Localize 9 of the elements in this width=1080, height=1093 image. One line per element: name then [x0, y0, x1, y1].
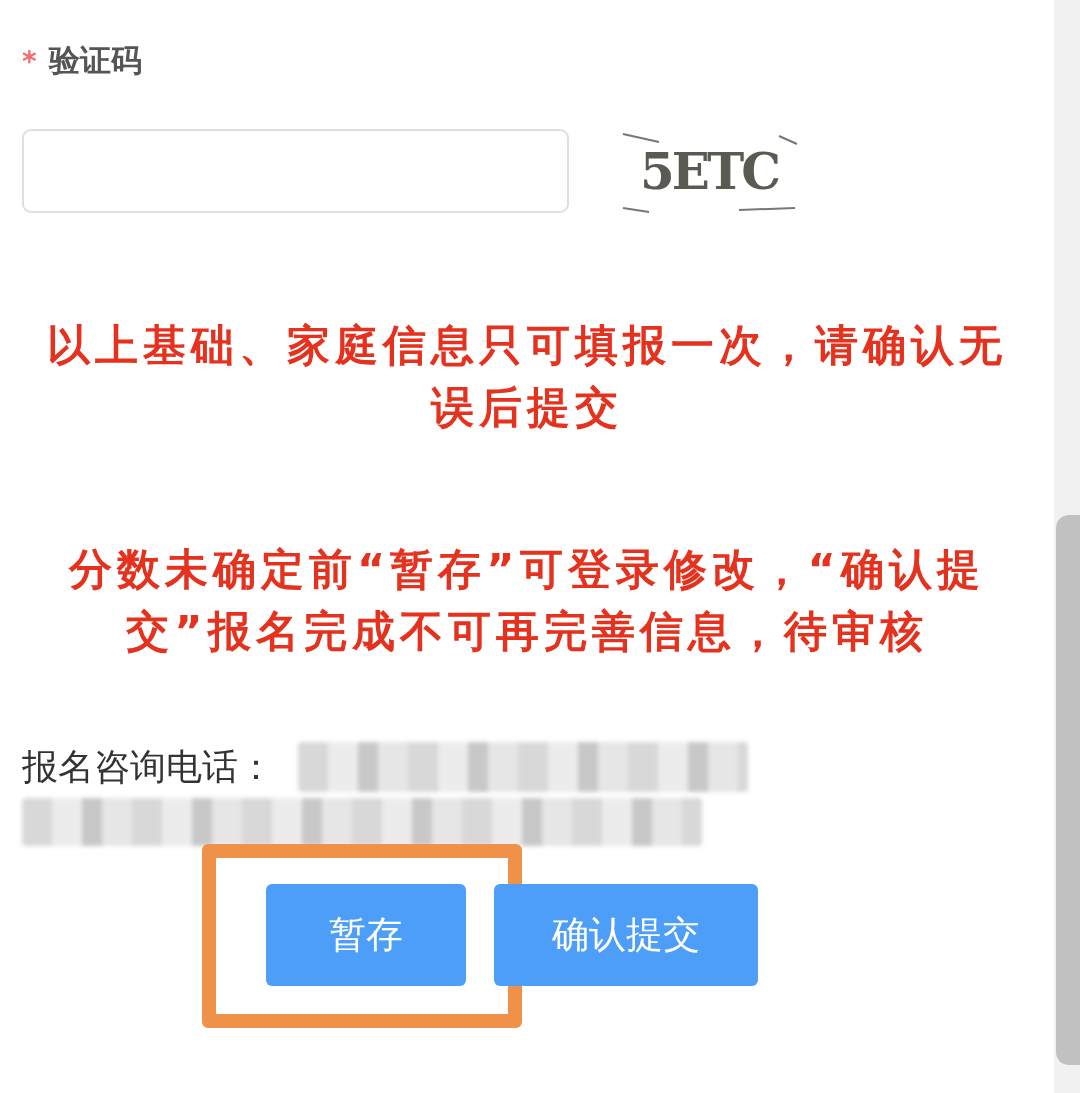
warning-notice: 以上基础、家庭信息只可填报一次，请确认无误后提交 — [46, 319, 1008, 434]
action-button[interactable]: 暂存 — [266, 884, 466, 986]
scrollbar[interactable] — [1054, 0, 1080, 1093]
contact-label: 报名咨询电话： — [22, 744, 274, 789]
field-label: 验证码 — [48, 41, 142, 80]
captcha-input-field[interactable] — [22, 129, 569, 213]
action-button[interactable]: 确认提交 — [494, 884, 758, 986]
required-asterisk: * — [22, 44, 37, 78]
warning-notice: 分数未确定前“暂存”可登录修改，“确认提交”报名完成不可再完善信息，待审核 — [67, 543, 986, 658]
